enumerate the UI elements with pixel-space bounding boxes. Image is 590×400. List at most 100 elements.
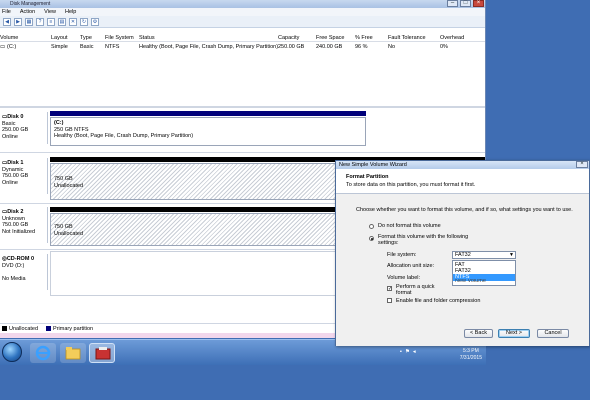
file-system-select[interactable]: FAT32 ▼ (452, 251, 516, 259)
volume-icon: ▭ (0, 44, 6, 50)
primary-partition-bar (50, 111, 366, 116)
disk-name: CD-ROM 0 (6, 256, 35, 262)
radio-no-format-label: Do not format this volume (378, 223, 441, 229)
cdrom-label[interactable]: ◎CD-ROM 0 DVD (D:) No Media (0, 254, 48, 290)
file-system-value: FAT32 (455, 252, 471, 258)
minimize-button[interactable]: – (447, 0, 458, 7)
disk-status: Online (2, 179, 18, 186)
disk-2-label[interactable]: ▭Disk 2 Unknown 750.00 GB Not Initialize… (0, 207, 48, 243)
cell-status: Healthy (Boot, Page File, Crash Dump, Pr… (139, 44, 279, 50)
pane-splitter[interactable] (0, 106, 485, 108)
computer-management-taskbar-button[interactable] (89, 343, 115, 363)
menu-action[interactable]: Action (20, 9, 35, 15)
volume-label-label: Volume label: (387, 275, 421, 281)
unallocated-swatch (2, 325, 7, 331)
option-new-volume[interactable]: New Volume (453, 279, 515, 284)
internet-explorer-taskbar-button[interactable] (30, 343, 56, 363)
cell-volume: (C:) (7, 44, 17, 50)
disk-type: Dynamic (2, 166, 24, 173)
flag-icon[interactable]: ⚑ (405, 349, 410, 357)
menu-help[interactable]: Help (65, 9, 76, 15)
radio-format[interactable] (369, 236, 374, 241)
volume-table-header: Volume Layout Type File System Status Ca… (0, 34, 485, 42)
delete-icon[interactable]: ✕ (69, 18, 77, 26)
col-percent-free[interactable]: % Free (355, 35, 373, 41)
properties-icon[interactable]: ▤ (58, 18, 66, 26)
network-icon[interactable]: ▪ (400, 349, 402, 357)
close-button[interactable]: × (473, 0, 484, 7)
disk-0-label[interactable]: ▭Disk 0 Basic 250.00 GB Online (0, 112, 48, 144)
disk-status: Online (2, 133, 18, 140)
clock[interactable]: 5:3 PM 7/31/2015 (460, 348, 482, 362)
settings-icon[interactable]: ⚙ (91, 18, 99, 26)
help-icon[interactable]: ? (36, 18, 44, 26)
title-bar[interactable]: Disk Management – □ × (0, 0, 485, 8)
compression-checkbox[interactable] (387, 298, 392, 303)
back-button[interactable]: < Back (464, 329, 493, 338)
col-overhead[interactable]: Overhead (440, 35, 464, 41)
grid-view-icon[interactable]: ▦ (25, 18, 33, 26)
vol-name: (C:) (54, 120, 64, 126)
col-volume[interactable]: Volume (0, 35, 18, 41)
computer-management-icon (95, 347, 111, 360)
wizard-header: Format Partition To store data on this p… (336, 169, 589, 194)
col-file-system[interactable]: File System (105, 35, 134, 41)
disk-1-label[interactable]: ▭Disk 1 Dynamic 750.00 GB Online (0, 158, 48, 194)
col-status[interactable]: Status (139, 35, 155, 41)
cancel-button[interactable]: Cancel (537, 329, 569, 338)
table-row[interactable]: ▭ (C:) Simple Basic NTFS Healthy (Boot, … (0, 43, 485, 52)
col-fault-tolerance[interactable]: Fault Tolerance (388, 35, 426, 41)
quick-format-checkbox[interactable]: ✓ (387, 286, 392, 292)
back-arrow-icon[interactable]: ◀ (3, 18, 11, 26)
cell-fault-tolerance: No (388, 44, 396, 50)
vol-size: 750 GB (54, 224, 73, 230)
cell-layout: Simple (51, 44, 68, 50)
radio-no-format[interactable] (369, 224, 374, 229)
divider (0, 152, 485, 153)
col-free-space[interactable]: Free Space (316, 35, 344, 41)
disk-size: 750.00 GB (2, 222, 29, 228)
c-drive-volume[interactable]: (C:) 250 GB NTFS Healthy (Boot, Page Fil… (50, 117, 366, 146)
primary-swatch (46, 325, 52, 331)
file-system-label: File system: (387, 252, 417, 258)
vol-size: 750 GB (54, 176, 73, 182)
volume-icon[interactable]: ◂ (413, 349, 416, 357)
system-tray: ▪ ⚑ ◂ (400, 349, 430, 357)
cell-overhead: 0% (440, 44, 448, 50)
list-view-icon[interactable]: ≡ (47, 18, 55, 26)
menu-view[interactable]: View (44, 9, 56, 15)
cell-type: Basic (80, 44, 94, 50)
disk-size: 750.00 GB (2, 173, 29, 179)
refresh-icon[interactable]: ↻ (80, 18, 88, 26)
wizard-question: Choose whether you want to format this v… (356, 207, 573, 213)
col-layout[interactable]: Layout (51, 35, 68, 41)
radio-format-label: Format this volume with the following se… (378, 234, 469, 246)
window-title: Disk Management (10, 1, 51, 7)
windows-explorer-taskbar-button[interactable] (60, 343, 86, 363)
wizard-title-bar[interactable]: New Simple Volume Wizard × (336, 161, 589, 169)
allocation-unit-label: Allocation unit size: (387, 263, 435, 269)
file-system-dropdown-list: FAT FAT32 NTFS New Volume (452, 260, 516, 286)
menu-bar: File Action View Help (0, 8, 485, 16)
vol-status: Unallocated (54, 182, 84, 189)
col-type[interactable]: Type (80, 35, 92, 41)
wizard-title: New Simple Volume Wizard (339, 162, 407, 168)
cell-percent-free: 96 % (355, 44, 368, 50)
disk-name: Disk 2 (7, 209, 24, 215)
wizard-close-button[interactable]: × (576, 161, 588, 168)
disk-status: No Media (2, 275, 26, 282)
clock-time: 5:3 PM (462, 348, 479, 354)
disk-type: Basic (2, 120, 16, 127)
toolbar: ◀ ▶ ▦ ? ≡ ▤ ✕ ↻ ⚙ (0, 16, 485, 28)
disk-name: Disk 0 (7, 114, 24, 120)
start-button[interactable] (2, 342, 22, 362)
next-button[interactable]: Next > (498, 329, 530, 338)
vol-status: Healthy (Boot, Page File, Crash Dump, Pr… (54, 133, 194, 139)
maximize-button[interactable]: □ (460, 0, 471, 7)
disk-type: DVD (D:) (2, 262, 25, 269)
col-capacity[interactable]: Capacity (278, 35, 299, 41)
legend-primary: Primary partition (46, 325, 93, 332)
forward-arrow-icon[interactable]: ▶ (14, 18, 22, 26)
menu-file[interactable]: File (2, 9, 11, 15)
cell-file-system: NTFS (105, 44, 120, 50)
